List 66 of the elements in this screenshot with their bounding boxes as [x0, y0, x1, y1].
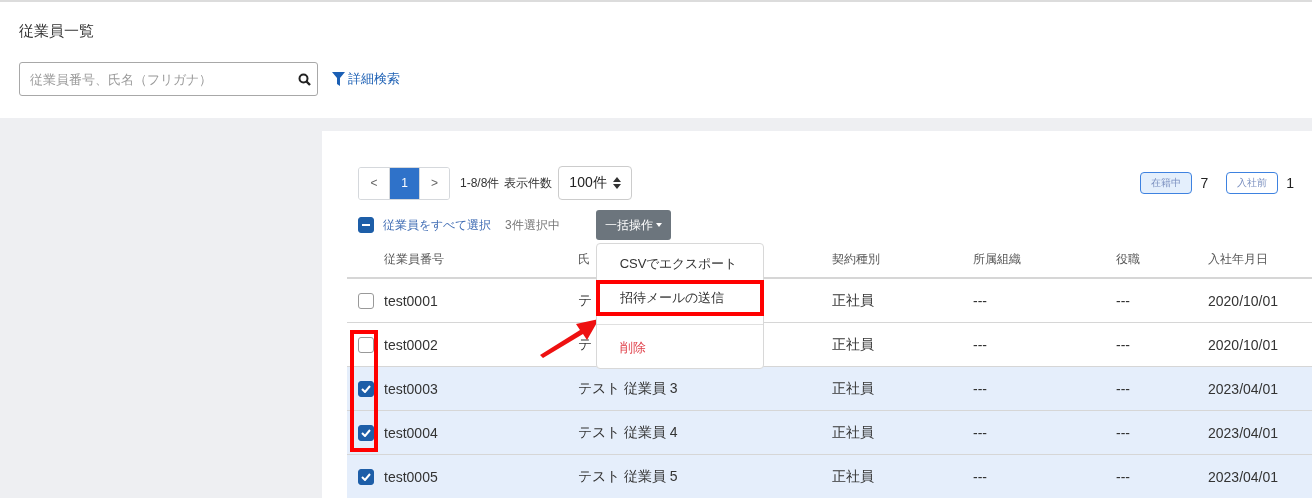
table-cell: test0003: [384, 380, 438, 397]
status-count: 7: [1200, 175, 1209, 191]
per-page-select[interactable]: 100件: [558, 166, 632, 200]
table-cell: 正社員: [832, 379, 874, 396]
table-cell: test0001: [384, 292, 438, 309]
table-cell: test0002: [384, 336, 438, 353]
table-cell: 2023/04/01: [1208, 468, 1279, 485]
table-cell: 2020/10/01: [1208, 292, 1279, 309]
search-field[interactable]: 従業員番号、氏名（フリガナ）: [19, 62, 318, 96]
table-cell: ---: [1116, 292, 1130, 309]
table-cell: test0005: [384, 468, 438, 485]
column-header: 所属組織: [973, 251, 1021, 266]
table-cell: ---: [973, 424, 987, 441]
table-cell: テスト 従業員 5: [578, 467, 678, 484]
table-cell: ---: [1116, 336, 1130, 353]
table-cell: 正社員: [832, 467, 874, 484]
table-cell: 正社員: [832, 423, 874, 440]
row-checkbox[interactable]: [358, 380, 374, 397]
per-page-label: 表示件数: [504, 174, 553, 192]
table-cell: ---: [973, 380, 987, 397]
caret-icon: [655, 223, 662, 227]
table-cell: ---: [973, 336, 987, 353]
status-count: 1: [1286, 175, 1294, 191]
advanced-search-link[interactable]: 詳細検索: [332, 70, 400, 88]
column-header: 氏: [578, 251, 590, 266]
table-cell: テ: [578, 335, 592, 352]
column-header: 契約種別: [832, 251, 880, 266]
check-icon: [361, 428, 371, 437]
page-title: 従業員一覧: [19, 22, 95, 41]
bulk-action-button[interactable]: 一括操作: [595, 210, 671, 240]
menu-item[interactable]: 招待メールの送信: [595, 280, 764, 316]
search-icon[interactable]: [298, 73, 311, 86]
column-header: 役職: [1116, 251, 1140, 266]
row-checkbox[interactable]: [358, 292, 374, 309]
table-cell: テスト 従業員 3: [578, 379, 678, 396]
table-cell: ---: [973, 292, 987, 309]
sort-caret-icon: [612, 177, 621, 189]
table-cell: ---: [1116, 468, 1130, 485]
table-cell: 2020/10/01: [1208, 336, 1279, 353]
row-checkbox[interactable]: [358, 424, 374, 441]
table-cell: 正社員: [832, 291, 874, 308]
select-all-link[interactable]: 従業員をすべて選択: [383, 216, 491, 234]
table-cell: 2023/04/01: [1208, 380, 1279, 397]
check-icon: [361, 384, 371, 393]
menu-item[interactable]: CSVでエクスポート: [595, 248, 764, 280]
next-page-button[interactable]: >: [419, 167, 449, 199]
table-cell: ---: [1116, 424, 1130, 441]
select-all-checkbox[interactable]: [358, 217, 374, 233]
table-cell: テスト 従業員 4: [578, 423, 678, 440]
column-header: 従業員番号: [384, 251, 444, 266]
table-cell: test0004: [384, 424, 438, 441]
table-cell: 2023/04/01: [1208, 424, 1279, 441]
row-checkbox[interactable]: [358, 468, 374, 485]
row-checkbox[interactable]: [358, 336, 374, 353]
page-button[interactable]: 1: [389, 167, 419, 199]
status-filter[interactable]: 入社前: [1226, 172, 1279, 194]
selected-count: 3件選択中: [505, 216, 560, 234]
table-cell: テ: [578, 291, 592, 308]
filter-icon: [332, 72, 345, 86]
result-range: 1-8/8件: [460, 174, 500, 192]
table-cell: ---: [1116, 380, 1130, 397]
table-cell: ---: [973, 468, 987, 485]
check-icon: [361, 472, 371, 481]
table-cell: 正社員: [832, 335, 874, 352]
column-header: 入社年月日: [1208, 251, 1268, 266]
menu-item[interactable]: 削除: [595, 332, 764, 364]
